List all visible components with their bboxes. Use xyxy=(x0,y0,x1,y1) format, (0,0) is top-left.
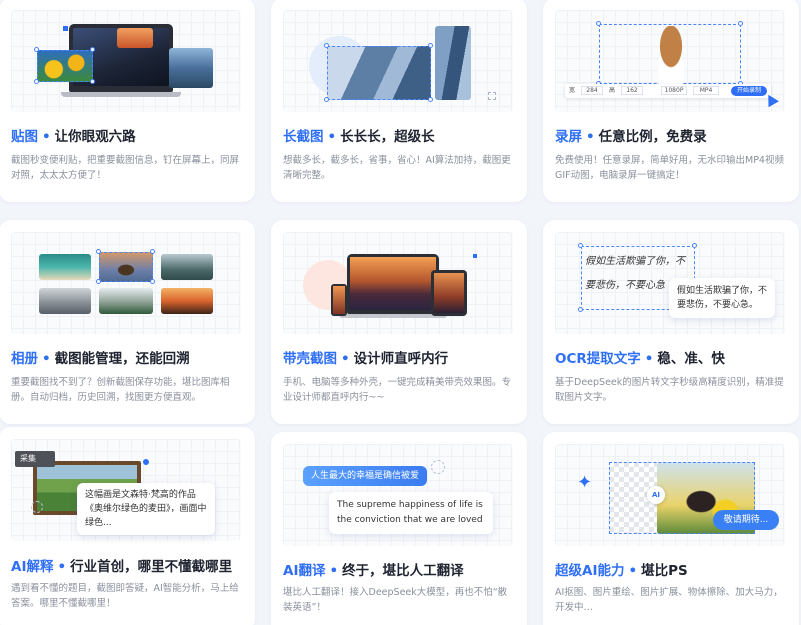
height-input[interactable]: 162 xyxy=(621,86,643,95)
card-description: 重要截图找不到了？创新截图保存功能，堪比图库相册。自动归档，历史回溯，找图更方便… xyxy=(11,377,230,403)
album-illustration xyxy=(11,232,241,334)
start-record-button[interactable]: 开始录制 xyxy=(731,86,767,96)
card-description: 想截多长，截多长，省事，省心！AI算法加持，截图更清晰完整。 xyxy=(283,155,511,181)
tablet-frame xyxy=(431,270,467,316)
ai-explain-bubble: 这幅画是文森特·梵高的作品《奥维尔绿色的麦田》，画面中绿色... xyxy=(77,483,215,535)
feature-card-ai-explain[interactable]: 采集 这幅画是文森特·梵高的作品《奥维尔绿色的麦田》，画面中绿色... AI解释… xyxy=(0,427,255,625)
card-title: 贴图 • 让你眼观六路 xyxy=(11,129,136,145)
card-description: 堪比人工翻译！接入DeepSeek大模型，再也不怕“散装英语”！ xyxy=(283,587,508,613)
puppy-image xyxy=(651,26,691,84)
source-text-bubble: 人生最大的幸福是确信被爱 xyxy=(303,466,428,486)
card-description: 手机、电脑等多种外壳，一键完成精美带壳效果图。专业设计师都直呼内行~~ xyxy=(283,377,512,403)
card-title: 长截图 • 长长长，超级长 xyxy=(283,129,435,145)
album-photo-4 xyxy=(39,288,91,314)
feature-card-ocr[interactable]: 假如生活欺骗了你，不要悲伤，不要心急 假如生活欺骗了你，不要悲伤，不要心急。 O… xyxy=(543,220,799,424)
album-photo-1 xyxy=(39,254,91,280)
translation-bubble: The supreme happiness of life is the con… xyxy=(329,492,493,534)
card-description: 遇到看不懂的题目，截图即答疑，AI智能分析，马上给答案。哪里不懂截哪里！ xyxy=(11,583,239,609)
ocr-illustration: 假如生活欺骗了你，不要悲伤，不要心急 假如生活欺骗了你，不要悲伤，不要心急。 xyxy=(555,232,785,334)
ai-badge-icon: AI xyxy=(647,486,665,504)
record-toolbar: 宽 284 高 162 1080P MP4 开始录制 xyxy=(565,84,771,98)
album-photo-6 xyxy=(161,288,213,314)
card-title: AI解释 • 行业首创，哪里不懂截哪里 xyxy=(11,559,233,575)
sparkle-icon: ✦ xyxy=(577,472,593,493)
height-label: 高 xyxy=(609,87,616,94)
width-label: 宽 xyxy=(569,87,576,94)
coming-soon-bubble: 敬请期待... xyxy=(713,510,779,530)
card-description: AI抠图、图片重绘、图片扩展、物体擦除、加大马力，开发中… xyxy=(555,587,783,613)
card-description: 截图秒变便利贴，把重要截图信息，钉在屏幕上，同屏对照，太太太方便了！ xyxy=(11,155,240,181)
device-frame-illustration xyxy=(283,232,513,334)
quality-select[interactable]: 1080P xyxy=(661,86,687,95)
card-description: 免费使用！任意录屏，简单好用，无水印输出MP4视频GIF动图，电脑录屏一键搞定！ xyxy=(555,155,784,181)
feature-card-screen-record[interactable]: 宽 284 高 162 1080P MP4 开始录制 录屏 • 任意比例，免费录 免… xyxy=(543,0,799,202)
card-title: AI翻译 • 终于，堪比人工翻译 xyxy=(283,563,464,579)
format-select[interactable]: MP4 xyxy=(693,86,719,95)
screen-record-illustration: 宽 284 高 162 1080P MP4 开始录制 xyxy=(555,10,785,112)
album-photo-3 xyxy=(161,254,213,280)
card-title: 相册 • 截图能管理，还能回溯 xyxy=(11,351,190,367)
pin-illustration xyxy=(11,10,241,112)
capture-tag: 采集 xyxy=(15,451,55,467)
ocr-result-bubble: 假如生活欺骗了你，不要悲伤，不要心急。 xyxy=(669,278,775,318)
album-photo-5 xyxy=(99,288,153,314)
feature-card-ai-translate[interactable]: 人生最大的幸福是确信被爱 The supreme happiness of li… xyxy=(271,432,527,625)
long-screenshot-illustration xyxy=(283,10,513,112)
feature-card-pin[interactable]: 贴图 • 让你眼观六路 截图秒变便利贴，把重要截图信息，钉在屏幕上，同屏对照，太太太… xyxy=(0,0,255,202)
super-ai-illustration: ✦ AI 敬请期待... xyxy=(555,444,785,546)
feature-card-super-ai[interactable]: ✦ AI 敬请期待... 超级AI能力 • 堪比PS AI抠图、图片重绘、图片扩展、… xyxy=(543,432,799,625)
pinned-sunset-image xyxy=(117,28,153,48)
card-title: 带壳截图 • 设计师直呼内行 xyxy=(283,351,449,367)
laptop-frame xyxy=(347,254,439,314)
ai-translate-illustration: 人生最大的幸福是确信被爱 The supreme happiness of li… xyxy=(283,444,513,546)
card-description: 基于DeepSeek的图片转文字秒级高精度识别，精准提取图片文字。 xyxy=(555,377,784,403)
ai-explain-illustration: 采集 这幅画是文森特·梵高的作品《奥维尔绿色的麦田》，画面中绿色... xyxy=(11,439,241,541)
card-title: OCR提取文字 • 稳、准、快 xyxy=(555,351,725,367)
feature-card-album[interactable]: 相册 • 截图能管理，还能回溯 重要截图找不到了？创新截图保存功能，堪比图库相册。自… xyxy=(0,220,255,424)
feature-grid: 贴图 • 让你眼观六路 截图秒变便利贴，把重要截图信息，钉在屏幕上，同屏对照，太太太… xyxy=(0,0,801,625)
width-input[interactable]: 284 xyxy=(581,86,603,95)
phone-frame xyxy=(331,284,347,316)
card-title: 超级AI能力 • 堪比PS xyxy=(555,563,688,579)
card-title: 录屏 • 任意比例，免费录 xyxy=(555,129,707,145)
feature-card-device-frame[interactable]: 带壳截图 • 设计师直呼内行 手机、电脑等多种外壳，一键完成精美带壳效果图。专业设计… xyxy=(271,220,527,424)
pinned-lake-image xyxy=(169,48,213,88)
feature-card-long-screenshot[interactable]: 长截图 • 长长长，超级长 想截多长，截多长，省事，省心！AI算法加持，截图更清晰完… xyxy=(271,0,527,202)
building-image-tall xyxy=(435,26,471,100)
